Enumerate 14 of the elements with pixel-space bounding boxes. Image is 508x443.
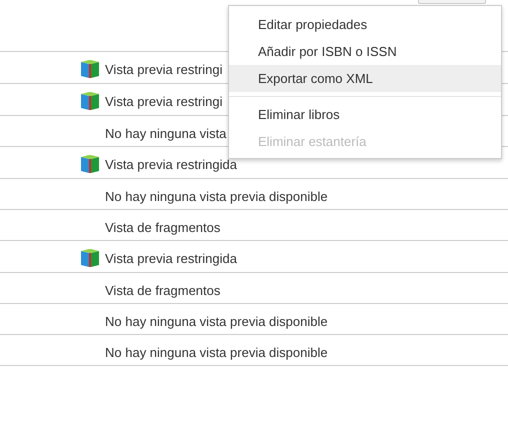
preview-status: Vista de fragmentos bbox=[105, 282, 220, 298]
preview-status: No hay ninguna vista previa disponible bbox=[105, 344, 328, 360]
preview-status: Vista previa restringida bbox=[105, 156, 237, 172]
menu-item[interactable]: Exportar como XML bbox=[229, 65, 501, 92]
preview-status: Vista de fragmentos bbox=[105, 218, 220, 234]
preview-status: Vista previa restringida bbox=[105, 250, 237, 266]
preview-status: No hay ninguna vista previa disponible bbox=[105, 312, 328, 328]
menu-item[interactable]: Editar propiedades bbox=[229, 11, 501, 38]
preview-status: Vista previa restringi bbox=[105, 61, 223, 77]
preview-status: No hay ninguna vista bbox=[105, 124, 226, 140]
menu-item[interactable]: Eliminar libros bbox=[229, 101, 501, 128]
preview-status: No hay ninguna vista previa disponible bbox=[105, 188, 328, 204]
menu-item[interactable]: Añadir por ISBN o ISSN bbox=[229, 38, 501, 65]
preview-status: Vista previa restringi bbox=[105, 93, 223, 109]
